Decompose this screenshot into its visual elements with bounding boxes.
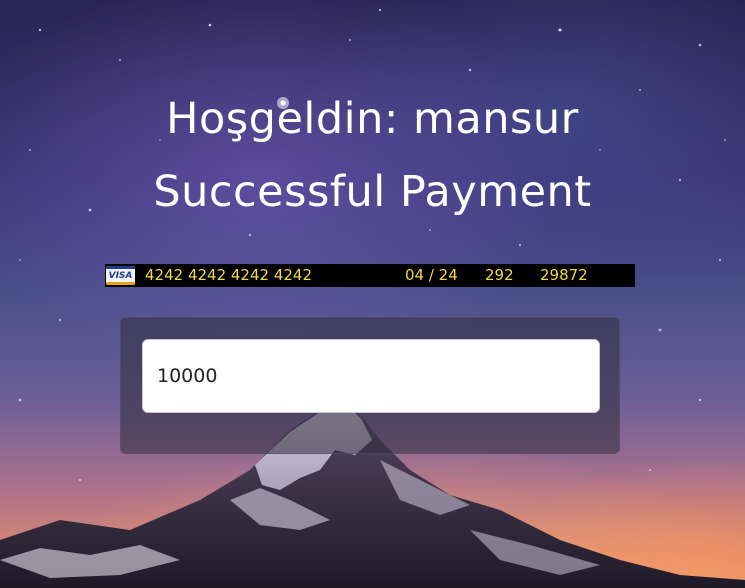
card-brand-label: VISA (108, 270, 133, 281)
card-cvv: 292 (485, 266, 514, 284)
card-info-strip: VISA 4242 4242 4242 4242 04 / 24 292 298… (105, 264, 635, 287)
amount-input[interactable] (142, 339, 600, 413)
mountain-silhouette (0, 400, 745, 588)
payment-panel (120, 317, 620, 454)
welcome-heading: Hoşgeldin: mansur (166, 94, 579, 144)
visa-card-icon: VISA (106, 266, 135, 285)
card-expiry: 04 / 24 (405, 266, 458, 284)
payment-status-heading: Successful Payment (153, 167, 592, 217)
card-code: 29872 (540, 266, 588, 284)
card-number: 4242 4242 4242 4242 (145, 266, 312, 284)
